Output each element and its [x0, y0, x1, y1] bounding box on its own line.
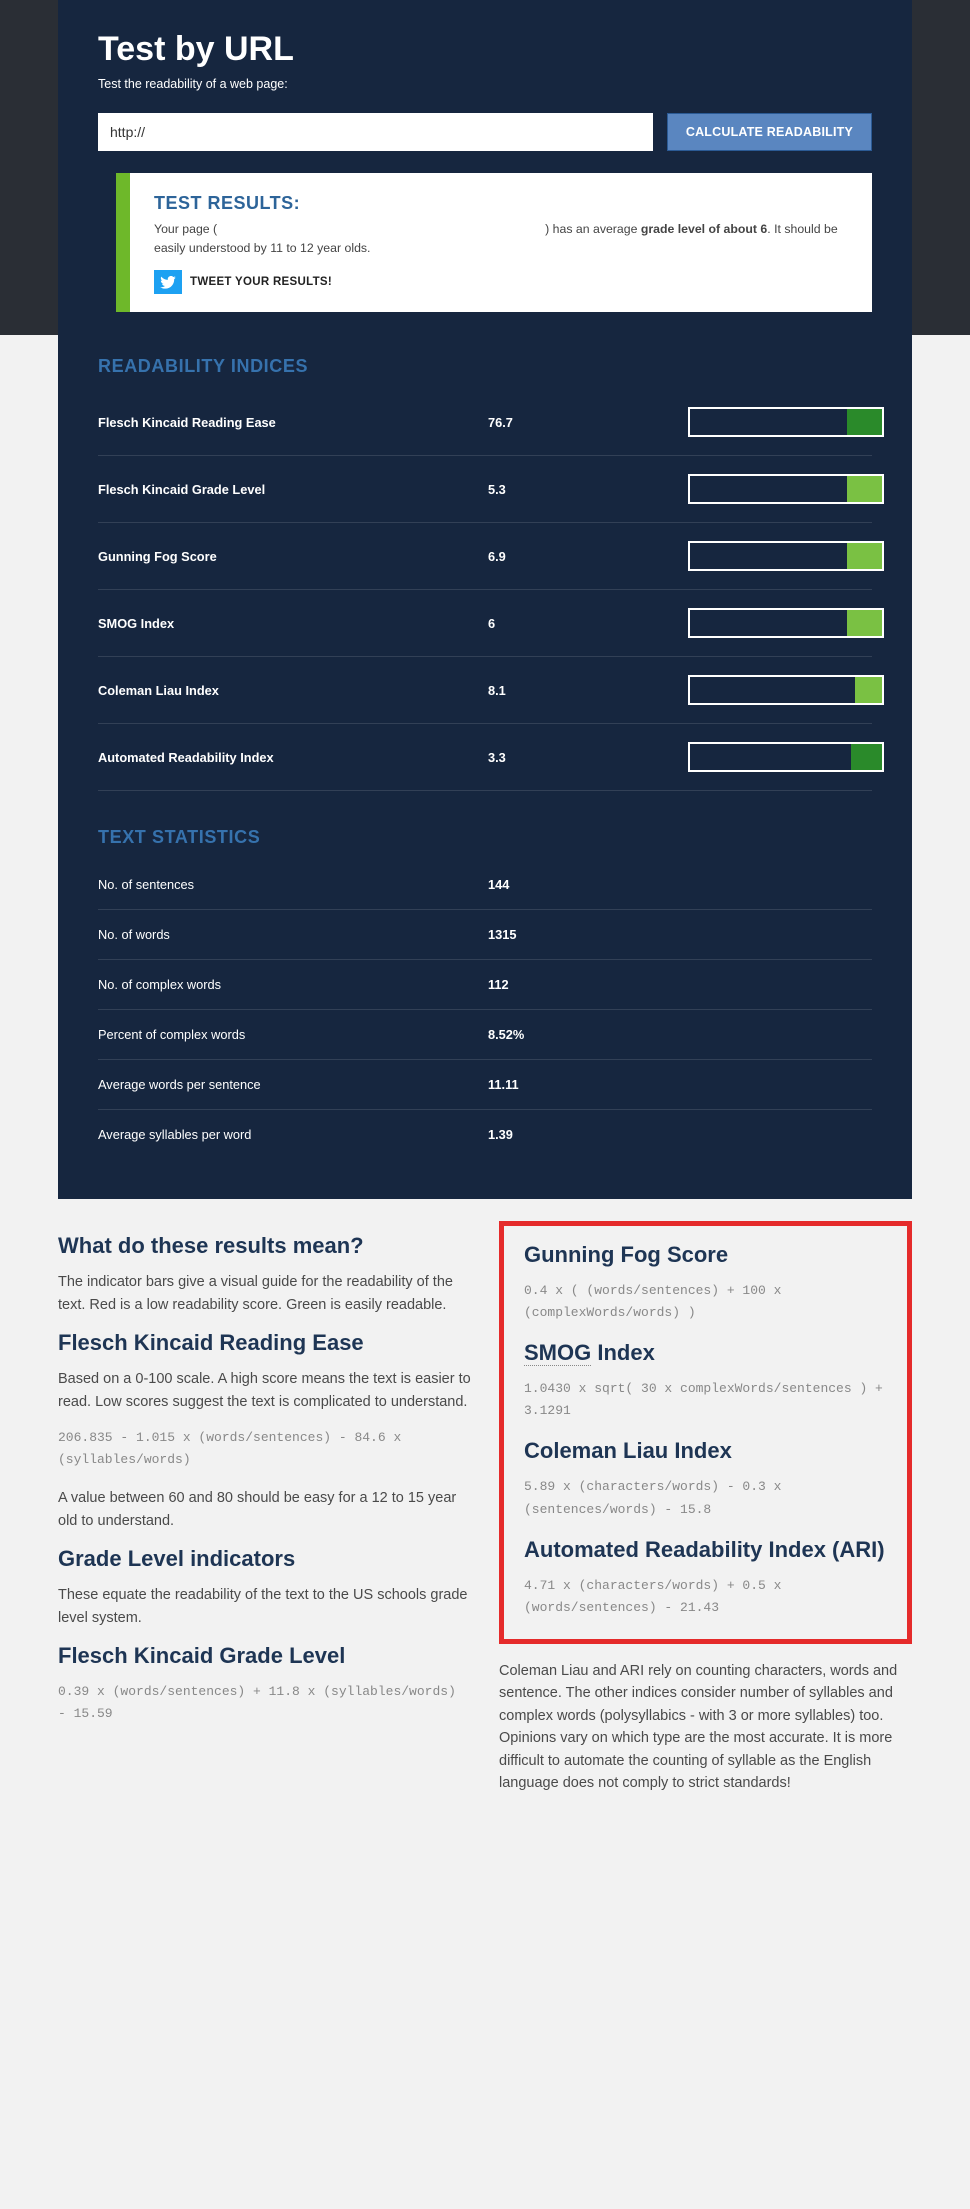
heading-what: What do these results mean?: [58, 1233, 471, 1259]
metric-value: 8.1: [488, 683, 688, 698]
smog-suffix: Index: [591, 1340, 655, 1365]
metric-label: SMOG Index: [98, 616, 488, 631]
explanation-columns: What do these results mean? The indicato…: [58, 1199, 912, 1849]
metric-label: Coleman Liau Index: [98, 683, 488, 698]
paragraph-fkre: Based on a 0-100 scale. A high score mea…: [58, 1368, 471, 1413]
explain-right: Gunning Fog Score 0.4 x ( (words/sentenc…: [499, 1221, 912, 1809]
highlighted-formulas-box: Gunning Fog Score 0.4 x ( (words/sentenc…: [499, 1221, 912, 1644]
indicator-bar: [688, 675, 884, 705]
heading-fkre: Flesch Kincaid Reading Ease: [58, 1330, 471, 1356]
results-text-pre: Your page (: [154, 222, 217, 236]
paragraph-fkre2: A value between 60 and 80 should be easy…: [58, 1487, 471, 1532]
indicator-bar: [688, 407, 884, 437]
metric-label: Flesch Kincaid Grade Level: [98, 482, 488, 497]
formula-cli: 5.89 x (characters/words) - 0.3 x (sente…: [524, 1476, 887, 1520]
stat-label: Average syllables per word: [98, 1127, 488, 1142]
heading-grade: Grade Level indicators: [58, 1546, 471, 1572]
metric-row: Flesch Kincaid Grade Level5.3: [98, 456, 872, 523]
page-title: Test by URL: [98, 30, 872, 69]
results-heading: TEST RESULTS:: [154, 193, 848, 214]
indices-heading: READABILITY INDICES: [98, 356, 872, 377]
metric-label: Gunning Fog Score: [98, 549, 488, 564]
indicator-bar: [688, 474, 884, 504]
stat-value: 144: [488, 877, 688, 892]
stat-value: 1315: [488, 927, 688, 942]
results-text-post: ) has an average: [545, 222, 641, 236]
metric-row: Gunning Fog Score6.9: [98, 523, 872, 590]
metric-row: SMOG Index6: [98, 590, 872, 657]
indicator-bar: [688, 608, 884, 638]
explain-left: What do these results mean? The indicato…: [58, 1221, 471, 1809]
calculate-button[interactable]: CALCULATE READABILITY: [667, 113, 872, 151]
page-subtitle: Test the readability of a web page:: [98, 77, 872, 91]
heading-cli: Coleman Liau Index: [524, 1438, 887, 1464]
metric-row: Automated Readability Index3.3: [98, 724, 872, 791]
formula-smog: 1.0430 x sqrt( 30 x complexWords/sentenc…: [524, 1378, 887, 1422]
url-input[interactable]: [98, 113, 653, 151]
stats-heading: TEXT STATISTICS: [98, 827, 872, 848]
formula-ari: 4.71 x (characters/words) + 0.5 x (words…: [524, 1575, 887, 1619]
stat-row: No. of complex words112: [98, 960, 872, 1010]
heading-fog: Gunning Fog Score: [524, 1242, 887, 1268]
heading-ari: Automated Readability Index (ARI): [524, 1537, 887, 1563]
metric-row: Flesch Kincaid Reading Ease76.7: [98, 389, 872, 456]
stat-value: 112: [488, 977, 688, 992]
stat-row: Average syllables per word1.39: [98, 1110, 872, 1159]
formula-fkre: 206.835 - 1.015 x (words/sentences) - 84…: [58, 1427, 471, 1471]
stat-label: No. of sentences: [98, 877, 488, 892]
stat-label: Percent of complex words: [98, 1027, 488, 1042]
stat-row: No. of words1315: [98, 910, 872, 960]
stat-row: Percent of complex words8.52%: [98, 1010, 872, 1060]
metric-value: 3.3: [488, 750, 688, 765]
formula-fkgl: 0.39 x (words/sentences) + 11.8 x (sylla…: [58, 1681, 471, 1725]
metric-value: 6.9: [488, 549, 688, 564]
metric-label: Automated Readability Index: [98, 750, 488, 765]
main-panel: Test by URL Test the readability of a we…: [58, 0, 912, 1199]
stat-label: No. of complex words: [98, 977, 488, 992]
heading-fkgl: Flesch Kincaid Grade Level: [58, 1643, 471, 1669]
paragraph-bars: The indicator bars give a visual guide f…: [58, 1271, 471, 1316]
paragraph-grade: These equate the readability of the text…: [58, 1584, 471, 1629]
stat-row: Average words per sentence11.11: [98, 1060, 872, 1110]
paragraph-tail: Coleman Liau and ARI rely on counting ch…: [499, 1660, 912, 1795]
metric-value: 76.7: [488, 415, 688, 430]
metric-value: 5.3: [488, 482, 688, 497]
indicator-bar: [688, 541, 884, 571]
results-url-redacted: [217, 222, 545, 236]
formula-fog: 0.4 x ( (words/sentences) + 100 x (compl…: [524, 1280, 887, 1324]
stat-label: No. of words: [98, 927, 488, 942]
metric-label: Flesch Kincaid Reading Ease: [98, 415, 488, 430]
results-grade-level: grade level of about 6: [641, 222, 767, 236]
results-box: TEST RESULTS: Your page ( ) has an avera…: [116, 173, 872, 312]
twitter-icon[interactable]: [154, 270, 182, 294]
tweet-link[interactable]: TWEET YOUR RESULTS!: [190, 276, 332, 288]
heading-smog: SMOG Index: [524, 1340, 887, 1366]
results-summary: Your page ( ) has an average grade level…: [154, 220, 848, 258]
smog-abbr: SMOG: [524, 1340, 591, 1366]
metric-value: 6: [488, 616, 688, 631]
stat-value: 8.52%: [488, 1027, 688, 1042]
stat-label: Average words per sentence: [98, 1077, 488, 1092]
stat-row: No. of sentences144: [98, 860, 872, 910]
indicator-bar: [688, 742, 884, 772]
metric-row: Coleman Liau Index8.1: [98, 657, 872, 724]
stat-value: 11.11: [488, 1077, 688, 1092]
stat-value: 1.39: [488, 1127, 688, 1142]
